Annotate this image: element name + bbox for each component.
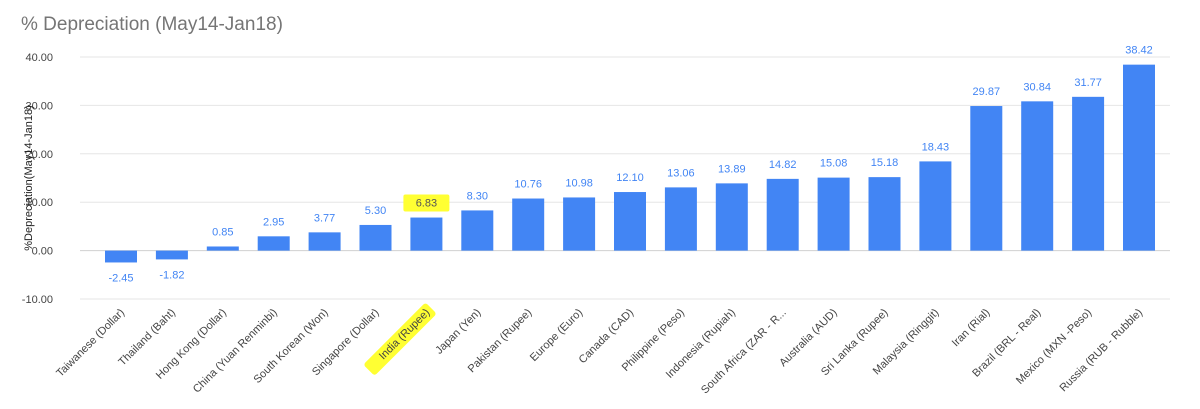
y-axis-label: %Depreciation(May14-Jan18) — [23, 105, 35, 251]
data-label: -1.82 — [159, 269, 184, 281]
category-label: China (Yuan Renminbi) — [191, 307, 280, 396]
data-label: 15.08 — [820, 158, 848, 170]
bar — [563, 197, 596, 251]
category-label: Taiwanese (Dollar) — [54, 307, 127, 380]
bar — [461, 210, 494, 251]
data-label: 6.83 — [416, 198, 437, 210]
data-label: 15.18 — [871, 157, 899, 169]
data-label: 13.06 — [667, 167, 695, 179]
data-label: 14.82 — [769, 159, 797, 171]
category-label: South Africa (ZAR - R... — [699, 307, 789, 397]
data-label: 18.43 — [922, 141, 950, 153]
bar — [664, 187, 697, 251]
bar — [919, 161, 952, 251]
category-label: Russia (RUB - Rubble) — [1058, 307, 1146, 395]
bar — [410, 217, 443, 251]
data-label: 13.89 — [718, 163, 746, 175]
bar — [766, 178, 799, 251]
bar — [614, 192, 646, 251]
bar — [308, 232, 341, 251]
bar — [1021, 101, 1054, 251]
bar — [970, 106, 1003, 251]
data-label: 3.77 — [314, 212, 335, 224]
bar — [155, 250, 188, 260]
category-label: India (Rupee) — [377, 307, 433, 363]
bar — [206, 246, 239, 251]
data-label: -2.45 — [108, 272, 133, 284]
bar-chart: -10.000.0010.0020.0030.0040.00%Depreciat… — [22, 45, 1170, 397]
bar — [359, 224, 392, 251]
bar — [512, 198, 545, 251]
data-label: 0.85 — [212, 226, 233, 238]
data-label: 5.30 — [365, 205, 386, 217]
data-label: 10.76 — [514, 179, 542, 191]
data-label: 10.98 — [565, 177, 593, 189]
y-tick-label: -10.00 — [22, 294, 53, 306]
bar — [715, 183, 748, 251]
bar — [868, 177, 901, 251]
data-label: 31.77 — [1074, 77, 1102, 89]
data-label: 38.42 — [1125, 45, 1153, 57]
data-label: 12.10 — [616, 172, 644, 184]
data-label: 30.84 — [1023, 81, 1051, 93]
data-label: 29.87 — [973, 86, 1001, 98]
bar — [105, 250, 137, 263]
bar — [1072, 96, 1105, 251]
bar — [257, 236, 290, 251]
data-label: 2.95 — [263, 216, 284, 228]
bar — [1123, 64, 1155, 251]
data-label: 8.30 — [467, 190, 488, 202]
category-label: Japan (Yen) — [433, 307, 483, 357]
category-label: Iran (Rial) — [950, 307, 993, 350]
category-label: Europe (Euro) — [528, 307, 585, 364]
y-tick-label: 40.00 — [25, 52, 53, 64]
bar — [817, 177, 850, 251]
